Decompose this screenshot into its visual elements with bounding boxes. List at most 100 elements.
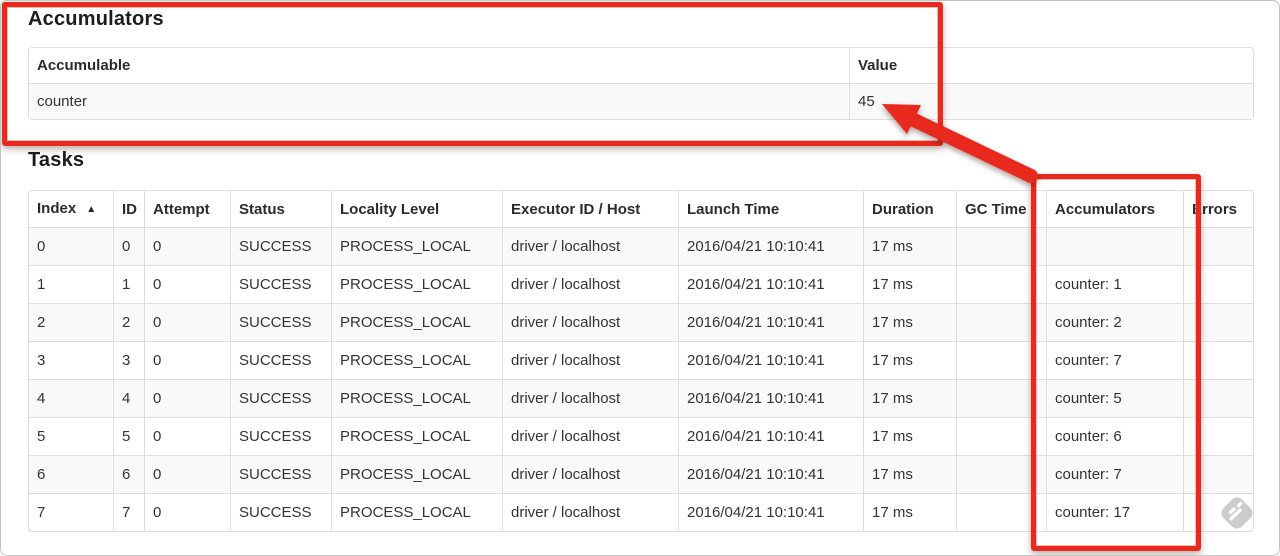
column-header-attempt[interactable]: Attempt	[144, 191, 230, 227]
task-row: 3 3 0 SUCCESS PROCESS_LOCAL driver / loc…	[29, 341, 1253, 379]
task-index-cell: 1	[29, 265, 113, 303]
task-gc-time-cell	[956, 493, 1046, 531]
task-launch-time-cell: 2016/04/21 10:10:41	[678, 265, 863, 303]
task-launch-time-cell: 2016/04/21 10:10:41	[678, 379, 863, 417]
column-header-errors[interactable]: Errors	[1183, 191, 1253, 227]
column-header-executor-id-host[interactable]: Executor ID / Host	[502, 191, 678, 227]
task-locality-cell: PROCESS_LOCAL	[331, 417, 502, 455]
column-header-duration[interactable]: Duration	[863, 191, 956, 227]
task-accumulators-cell: counter: 6	[1046, 417, 1183, 455]
task-accumulators-cell: counter: 5	[1046, 379, 1183, 417]
task-duration-cell: 17 ms	[863, 493, 956, 531]
task-launch-time-cell: 2016/04/21 10:10:41	[678, 455, 863, 493]
accumulator-row: counter 45	[29, 83, 1253, 119]
task-accumulators-cell: counter: 7	[1046, 455, 1183, 493]
task-executor-cell: driver / localhost	[502, 379, 678, 417]
column-header-id[interactable]: ID	[113, 191, 144, 227]
column-header-index[interactable]: Index ▲	[29, 191, 113, 227]
task-row: 2 2 0 SUCCESS PROCESS_LOCAL driver / loc…	[29, 303, 1253, 341]
task-executor-cell: driver / localhost	[502, 303, 678, 341]
task-executor-cell: driver / localhost	[502, 227, 678, 265]
task-status-cell: SUCCESS	[230, 303, 331, 341]
task-accumulators-cell: counter: 2	[1046, 303, 1183, 341]
accumulators-header-row: Accumulable Value	[29, 48, 1253, 83]
task-locality-cell: PROCESS_LOCAL	[331, 493, 502, 531]
task-id-cell: 5	[113, 417, 144, 455]
column-header-accumulators[interactable]: Accumulators	[1046, 191, 1183, 227]
spark-stage-page: Accumulators Accumulable Value counter 4…	[0, 0, 1280, 556]
task-index-cell: 3	[29, 341, 113, 379]
task-errors-cell	[1183, 455, 1253, 493]
task-status-cell: SUCCESS	[230, 265, 331, 303]
task-attempt-cell: 0	[144, 303, 230, 341]
task-status-cell: SUCCESS	[230, 227, 331, 265]
task-launch-time-cell: 2016/04/21 10:10:41	[678, 227, 863, 265]
task-errors-cell	[1183, 303, 1253, 341]
task-row: 4 4 0 SUCCESS PROCESS_LOCAL driver / loc…	[29, 379, 1253, 417]
task-errors-cell	[1183, 379, 1253, 417]
task-index-cell: 0	[29, 227, 113, 265]
column-header-gc-time[interactable]: GC Time	[956, 191, 1046, 227]
task-attempt-cell: 0	[144, 417, 230, 455]
task-gc-time-cell	[956, 265, 1046, 303]
task-executor-cell: driver / localhost	[502, 265, 678, 303]
tasks-header-row: Index ▲ ID Attempt Status Locality Level …	[29, 191, 1253, 227]
task-gc-time-cell	[956, 379, 1046, 417]
task-attempt-cell: 0	[144, 227, 230, 265]
task-locality-cell: PROCESS_LOCAL	[331, 379, 502, 417]
task-duration-cell: 17 ms	[863, 341, 956, 379]
column-header-launch-time[interactable]: Launch Time	[678, 191, 863, 227]
task-gc-time-cell	[956, 341, 1046, 379]
task-status-cell: SUCCESS	[230, 379, 331, 417]
column-header-status[interactable]: Status	[230, 191, 331, 227]
task-launch-time-cell: 2016/04/21 10:10:41	[678, 493, 863, 531]
task-executor-cell: driver / localhost	[502, 455, 678, 493]
task-row: 0 0 0 SUCCESS PROCESS_LOCAL driver / loc…	[29, 227, 1253, 265]
task-gc-time-cell	[956, 227, 1046, 265]
task-duration-cell: 17 ms	[863, 265, 956, 303]
task-row: 7 7 0 SUCCESS PROCESS_LOCAL driver / loc…	[29, 493, 1253, 531]
task-errors-cell	[1183, 493, 1253, 531]
task-gc-time-cell	[956, 417, 1046, 455]
sort-ascending-icon: ▲	[86, 204, 97, 215]
task-errors-cell	[1183, 265, 1253, 303]
task-duration-cell: 17 ms	[863, 379, 956, 417]
task-errors-cell	[1183, 417, 1253, 455]
task-id-cell: 0	[113, 227, 144, 265]
task-attempt-cell: 0	[144, 341, 230, 379]
task-launch-time-cell: 2016/04/21 10:10:41	[678, 341, 863, 379]
task-accumulators-cell: counter: 17	[1046, 493, 1183, 531]
task-id-cell: 3	[113, 341, 144, 379]
accumulable-name-cell: counter	[29, 83, 849, 119]
task-duration-cell: 17 ms	[863, 227, 956, 265]
task-executor-cell: driver / localhost	[502, 341, 678, 379]
task-attempt-cell: 0	[144, 455, 230, 493]
accumulators-table: Accumulable Value counter 45	[28, 47, 1254, 120]
task-id-cell: 1	[113, 265, 144, 303]
task-status-cell: SUCCESS	[230, 493, 331, 531]
task-id-cell: 7	[113, 493, 144, 531]
task-executor-cell: driver / localhost	[502, 417, 678, 455]
task-id-cell: 2	[113, 303, 144, 341]
task-errors-cell	[1183, 227, 1253, 265]
task-locality-cell: PROCESS_LOCAL	[331, 455, 502, 493]
task-attempt-cell: 0	[144, 493, 230, 531]
task-launch-time-cell: 2016/04/21 10:10:41	[678, 303, 863, 341]
accumulable-value-cell: 45	[849, 83, 1253, 119]
task-locality-cell: PROCESS_LOCAL	[331, 303, 502, 341]
task-accumulators-cell: counter: 1	[1046, 265, 1183, 303]
task-index-cell: 5	[29, 417, 113, 455]
task-row: 6 6 0 SUCCESS PROCESS_LOCAL driver / loc…	[29, 455, 1253, 493]
task-status-cell: SUCCESS	[230, 341, 331, 379]
column-header-locality-level[interactable]: Locality Level	[331, 191, 502, 227]
task-duration-cell: 17 ms	[863, 303, 956, 341]
task-duration-cell: 17 ms	[863, 455, 956, 493]
task-index-cell: 2	[29, 303, 113, 341]
task-attempt-cell: 0	[144, 379, 230, 417]
task-accumulators-cell: counter: 7	[1046, 341, 1183, 379]
task-locality-cell: PROCESS_LOCAL	[331, 227, 502, 265]
column-header-value: Value	[849, 48, 1253, 83]
tasks-table: Index ▲ ID Attempt Status Locality Level …	[28, 190, 1254, 532]
task-attempt-cell: 0	[144, 265, 230, 303]
task-index-cell: 6	[29, 455, 113, 493]
